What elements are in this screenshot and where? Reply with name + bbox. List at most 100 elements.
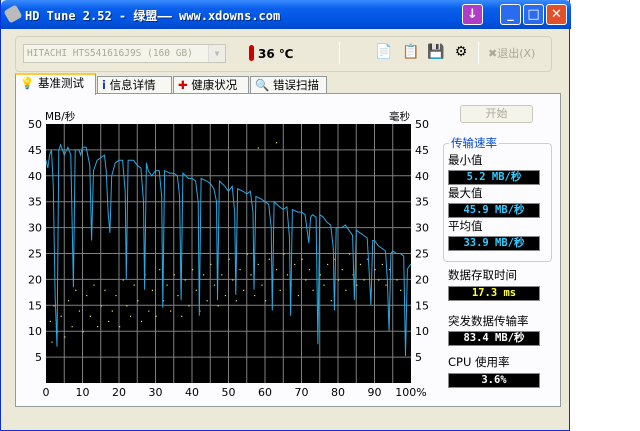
access-time-point — [341, 269, 343, 271]
access-time-point — [286, 274, 289, 276]
access-time-point — [261, 284, 263, 286]
access-time-point — [374, 269, 376, 271]
drive-select-value: HITACHI HTS541616J9S (160 GB) — [27, 48, 193, 59]
lightbulb-icon: 💡 — [20, 76, 35, 90]
start-button[interactable]: 开始 — [460, 105, 533, 123]
y-tick-label-right: 45 — [415, 144, 429, 157]
x-tick-label: 100% — [395, 386, 426, 399]
y-tick-label-right: 40 — [415, 170, 429, 183]
access-time-point — [246, 253, 248, 255]
divider — [478, 42, 479, 64]
close-button[interactable]: ✕ — [546, 4, 567, 25]
access-time-point — [378, 279, 380, 281]
y-tick-label-left: 20 — [28, 273, 42, 286]
y-tick-label-right: 5 — [415, 351, 422, 364]
y-tick-label-right: 15 — [415, 299, 429, 312]
y-tick-label-right: 20 — [415, 273, 429, 286]
y-tick-label-left: 45 — [28, 144, 42, 157]
chevron-down-icon[interactable]: ▼ — [208, 45, 225, 62]
access-time-point — [312, 289, 314, 291]
access-time-point — [381, 263, 383, 266]
access-time-point — [82, 331, 84, 333]
access-time-point — [396, 279, 398, 281]
title-bar[interactable]: HD Tune 2.52 - 绿盟—— www.xdowns.com ↓ _ □… — [1, 0, 571, 29]
y-tick-label-right: 10 — [415, 325, 429, 338]
access-time-point — [268, 258, 270, 260]
access-time-point — [250, 274, 252, 276]
access-time-point — [97, 326, 99, 328]
max-label: 最大值 — [448, 186, 483, 200]
access-time-point — [151, 289, 154, 291]
access-time-point — [319, 274, 321, 276]
cpu-usage-value: 3.6% — [448, 373, 540, 388]
access-time-point — [308, 269, 310, 271]
tab-error-scan[interactable]: 🔍 错误扫描 — [250, 76, 327, 94]
access-time-point — [108, 320, 110, 323]
exit-button[interactable]: ✖退出(X) — [488, 45, 535, 61]
access-time-point — [275, 269, 278, 271]
access-time-point — [137, 300, 139, 302]
x-tick-label: 50 — [222, 386, 236, 399]
access-time-point — [254, 294, 256, 297]
access-time-point — [170, 310, 172, 312]
y-tick-label-right: 25 — [415, 248, 429, 261]
access-time-point — [356, 284, 358, 286]
minimize-button[interactable]: _ — [500, 4, 521, 25]
exit-label: 退出(X) — [497, 47, 536, 60]
tab-benchmark[interactable]: 💡 基准测试 — [15, 73, 96, 95]
access-time-point — [133, 284, 135, 286]
access-time-point — [111, 310, 113, 312]
access-time-point — [177, 294, 179, 297]
access-time-point — [294, 263, 296, 266]
download-icon[interactable]: ↓ — [462, 4, 483, 25]
tab-label: 基准测试 — [37, 76, 84, 90]
access-time-point — [100, 305, 102, 307]
burst-rate-label: 突发数据传输率 — [448, 314, 529, 328]
access-time-point — [301, 258, 303, 260]
drive-select[interactable]: HITACHI HTS541616J9S (160 GB) ▼ — [23, 44, 226, 63]
app-icon — [3, 4, 23, 24]
access-time-point — [232, 279, 234, 281]
divider — [339, 42, 340, 64]
x-tick-label: 10 — [76, 386, 90, 399]
access-time-point — [188, 305, 190, 307]
y-tick-label-left: 15 — [28, 299, 42, 312]
maximize-button[interactable]: □ — [523, 4, 544, 25]
access-time-point — [338, 279, 340, 281]
x-tick-label: 0 — [43, 386, 50, 399]
access-time-point — [213, 284, 216, 286]
copy-screenshot-icon[interactable]: 📋 — [402, 43, 420, 61]
access-time-point — [305, 279, 307, 281]
access-time-point — [363, 279, 365, 281]
save-icon[interactable]: 💾 — [427, 43, 445, 61]
burst-rate-value: 83.4 MB/秒 — [448, 331, 540, 346]
y-tick-label-left: 35 — [28, 196, 42, 209]
y-axis-label-right: 毫秒 — [389, 110, 410, 123]
access-time-point — [359, 263, 362, 266]
access-time-point — [235, 300, 237, 302]
temperature-unit: ℃ — [278, 47, 294, 61]
health-cross-icon: ✚ — [178, 78, 188, 92]
access-time-value: 17.3 ms — [448, 286, 540, 301]
access-time-point — [181, 315, 183, 317]
y-axis-label-left: MB/秒 — [45, 110, 76, 123]
x-tick-label: 40 — [185, 386, 199, 399]
access-time-point — [159, 269, 161, 271]
access-time-point — [221, 274, 223, 276]
access-time-point — [400, 289, 402, 291]
access-time-point — [348, 253, 351, 255]
access-time-point — [330, 300, 332, 302]
copy-icon[interactable]: 📄 — [375, 43, 393, 61]
access-time-point — [279, 289, 281, 291]
access-time-point — [78, 310, 81, 312]
access-time-point — [93, 284, 95, 286]
access-time-point — [86, 294, 88, 297]
options-icon[interactable]: ⚙ — [452, 43, 470, 61]
access-time-point — [192, 269, 194, 271]
access-time-point — [217, 305, 219, 307]
x-tick-label: 20 — [112, 386, 126, 399]
tab-info[interactable]: i 信息详情 — [97, 76, 172, 94]
cpu-usage-label: CPU 使用率 — [448, 355, 510, 369]
access-time-point — [71, 326, 73, 328]
tab-health[interactable]: ✚ 健康状况 — [173, 76, 249, 94]
